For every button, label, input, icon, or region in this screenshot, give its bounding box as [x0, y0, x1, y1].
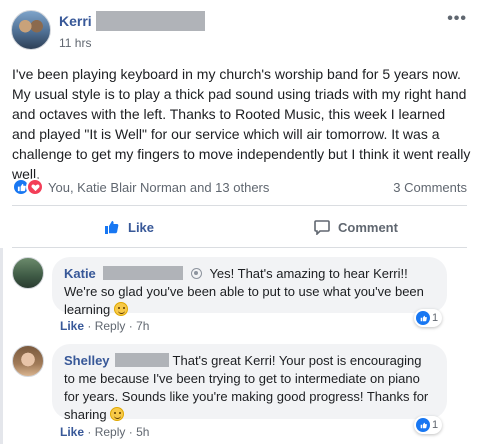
comment-reply-link[interactable]: Reply — [95, 319, 126, 333]
comment-meta: Like · Reply · 7h — [60, 319, 149, 333]
commenter-name[interactable]: Shelley — [64, 353, 110, 368]
separator: · — [87, 425, 92, 439]
comment-reaction-count[interactable]: 1 — [414, 416, 443, 434]
comment-meta: Like · Reply · 5h — [60, 425, 149, 439]
comment-like-link[interactable]: Like — [60, 319, 84, 333]
like-label: Like — [128, 219, 155, 235]
like-count: 1 — [432, 419, 439, 431]
author-name[interactable]: Kerri — [59, 13, 92, 29]
comment-reaction-count[interactable]: 1 — [414, 309, 443, 327]
comment-icon — [314, 220, 330, 235]
post-body: I've been playing keyboard in my church'… — [12, 66, 471, 182]
love-icon — [26, 178, 44, 196]
like-icon — [416, 311, 430, 325]
separator: · — [128, 425, 133, 439]
redacted-surname — [96, 11, 205, 31]
thumbs-up-icon — [105, 221, 119, 234]
post-timestamp[interactable]: 11 hrs — [59, 36, 91, 50]
divider — [12, 205, 467, 206]
comment-time[interactable]: 7h — [136, 319, 149, 333]
comments-count[interactable]: 3 Comments — [393, 180, 467, 195]
smiling-emoji-icon — [110, 407, 125, 421]
redacted-surname — [103, 266, 184, 280]
comment-time[interactable]: 5h — [136, 425, 149, 439]
separator: · — [87, 319, 92, 333]
comment-thread-bar — [0, 248, 3, 444]
commenter-avatar[interactable] — [12, 257, 44, 289]
like-button[interactable]: Like — [104, 214, 154, 240]
more-options-icon[interactable]: ••• — [447, 10, 467, 28]
slightly-smiling-emoji-icon — [113, 302, 128, 316]
commenter-avatar[interactable] — [12, 345, 44, 377]
redacted-surname — [115, 353, 170, 367]
comment-reply-link[interactable]: Reply — [95, 425, 126, 439]
reactions-text[interactable]: You, Katie Blair Norman and 13 others — [48, 180, 269, 195]
commenter-name[interactable]: Katie — [64, 266, 96, 281]
divider — [12, 247, 467, 248]
like-icon — [416, 418, 430, 432]
comment-bubble: Katie Yes! That's amazing to hear Kerri!… — [52, 257, 447, 317]
author-avatar[interactable] — [11, 10, 51, 50]
verified-badge-icon — [191, 268, 203, 279]
post-card: Kerri 11 hrs ••• I've been playing keybo… — [0, 0, 479, 444]
like-count: 1 — [432, 312, 439, 324]
comment-button[interactable]: Comment — [314, 214, 398, 240]
reactions-summary[interactable]: You, Katie Blair Norman and 13 others — [12, 178, 269, 196]
separator: · — [128, 319, 133, 333]
comment-label: Comment — [338, 219, 398, 235]
comment-bubble: Shelley That's great Kerri! Your post is… — [52, 344, 447, 422]
comment-like-link[interactable]: Like — [60, 425, 84, 439]
